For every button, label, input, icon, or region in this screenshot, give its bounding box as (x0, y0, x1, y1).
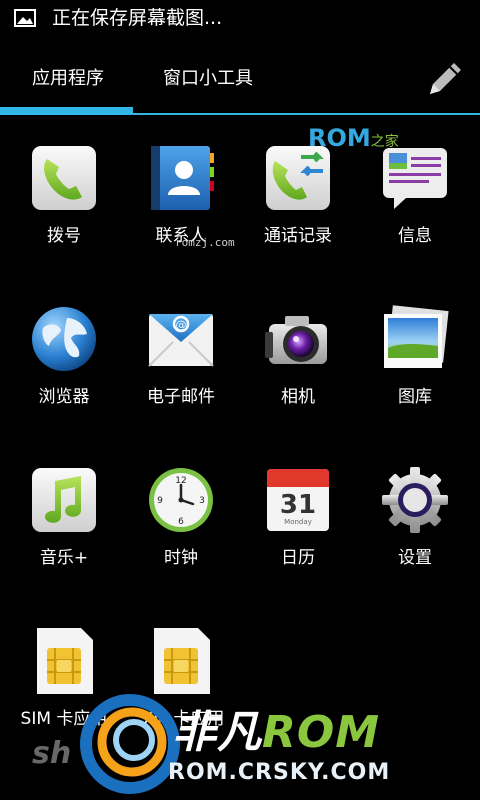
gallery-icon (384, 305, 449, 368)
call-log-icon (266, 146, 330, 210)
app-label: 电子邮件 (147, 387, 215, 407)
app-calendar[interactable]: 31 Monday 日历 (239, 465, 357, 568)
crsky-watermark: 非凡ROM ROM.CRSKY.COM (80, 688, 480, 800)
calendar-day: 31 (280, 490, 316, 520)
app-messaging[interactable]: 信息 (356, 143, 474, 246)
calendar-icon: 31 Monday (267, 469, 329, 531)
app-label: 信息 (398, 226, 432, 246)
app-label: 拨号 (47, 226, 81, 246)
phone-icon (32, 146, 96, 210)
camera-icon (265, 316, 327, 364)
clock-icon: 12 3 6 9 (149, 468, 213, 532)
crsky-brand: 非凡ROM (172, 696, 380, 760)
pencil-icon[interactable] (422, 56, 464, 98)
tab-bar: 应用程序 窗口小工具 (0, 36, 480, 116)
app-label: 音乐+ (39, 548, 89, 568)
crsky-brand-chinese: 非凡 (172, 707, 262, 758)
sim-card-icon (154, 628, 210, 694)
app-music[interactable]: 音乐+ (5, 465, 123, 568)
sim-card-icon (37, 628, 93, 694)
tab-widgets[interactable]: 窗口小工具 (163, 64, 253, 90)
app-call-log[interactable]: 通话记录 (239, 143, 357, 246)
gear-icon (382, 467, 448, 533)
crsky-logo-icon (80, 694, 180, 794)
app-gallery[interactable]: 图库 (356, 304, 474, 407)
app-label: 相机 (281, 387, 315, 407)
calendar-weekday: Monday (284, 518, 312, 526)
crsky-url: ROM.CRSKY.COM (168, 760, 391, 785)
messaging-icon (383, 148, 447, 209)
crsky-brand-rom: ROM (262, 707, 381, 758)
app-contacts[interactable]: 联系人 (122, 143, 240, 246)
status-bar: 正在保存屏幕截图... (0, 0, 480, 36)
status-notification-text: 正在保存屏幕截图... (52, 7, 223, 29)
music-icon (32, 468, 96, 532)
clock-three: 3 (199, 496, 205, 506)
app-clock[interactable]: 12 3 6 9 时钟 (122, 465, 240, 568)
clock-nine: 9 (157, 496, 163, 506)
app-label: 通话记录 (264, 226, 332, 246)
app-browser[interactable]: 浏览器 (5, 304, 123, 407)
app-camera[interactable]: 相机 (239, 304, 357, 407)
app-dialer[interactable]: 拨号 (5, 143, 123, 246)
tab-apps[interactable]: 应用程序 (32, 64, 104, 90)
faint-watermark: sh (32, 736, 72, 771)
globe-icon (32, 307, 96, 371)
contacts-icon (151, 146, 214, 210)
tab-divider (0, 113, 480, 115)
clock-six: 6 (178, 517, 184, 527)
svg-text:@: @ (176, 319, 187, 332)
image-icon (14, 9, 36, 27)
app-label: 时钟 (164, 548, 198, 568)
app-label: 图库 (398, 387, 432, 407)
romzj-watermark: romzj.com (175, 236, 235, 249)
app-email[interactable]: @ 电子邮件 (122, 304, 240, 407)
app-label: 浏览器 (38, 387, 90, 407)
app-settings[interactable]: 设置 (356, 465, 474, 568)
app-label: 日历 (281, 548, 315, 568)
email-icon: @ (148, 314, 214, 367)
app-label: 设置 (398, 548, 432, 568)
